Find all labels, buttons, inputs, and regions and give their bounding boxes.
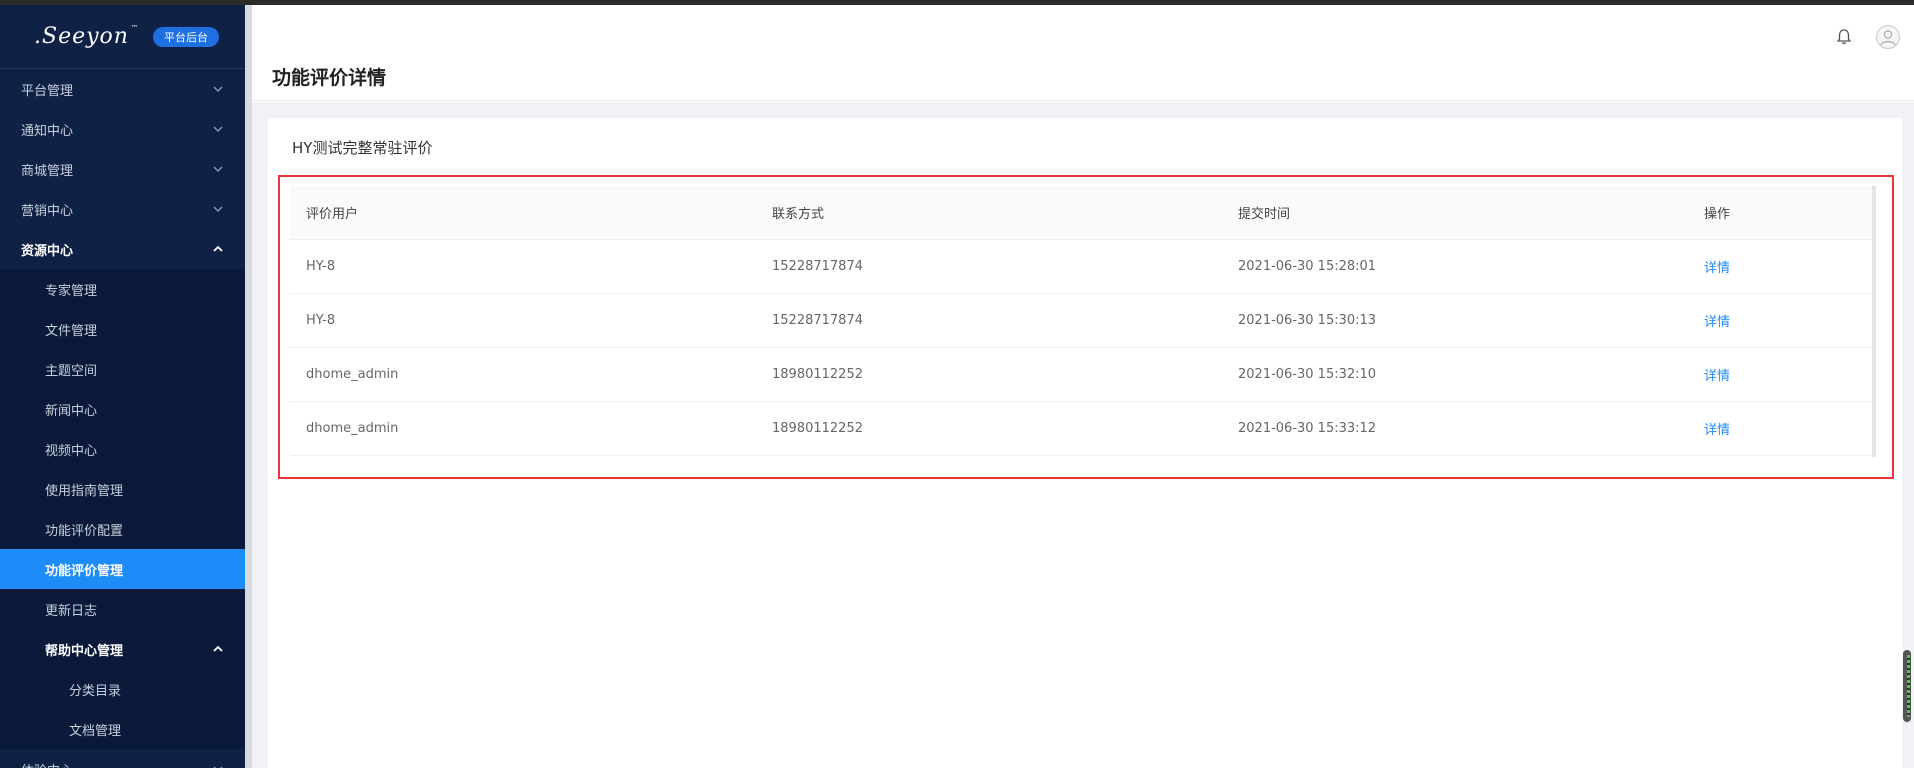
column-header-contact: 联系方式 xyxy=(772,207,825,222)
detail-link[interactable]: 详情 xyxy=(1704,261,1730,276)
sidebar-item-label: 通知中心 xyxy=(21,123,74,139)
table-scrollbar[interactable] xyxy=(1872,186,1876,457)
cell-user: HY-8 xyxy=(306,259,336,274)
sidebar-item-documents[interactable]: 文档管理 xyxy=(0,709,245,749)
chevron-down-icon xyxy=(211,162,225,176)
detail-link[interactable]: 详情 xyxy=(1704,315,1730,330)
sidebar-item-changelog[interactable]: 更新日志 xyxy=(0,589,245,629)
sidebar: .Seeyon ™ 平台后台 平台管理 通知中心 商城管理 营销中心 资源中心 专… xyxy=(0,5,245,768)
sidebar-item-experts[interactable]: 专家管理 xyxy=(0,269,245,309)
sidebar-item-files[interactable]: 文件管理 xyxy=(0,309,245,349)
sidebar-item-label: 功能评价配置 xyxy=(45,523,124,539)
sidebar-item-label: 文档管理 xyxy=(69,723,122,739)
sidebar-item-label: 更新日志 xyxy=(45,603,98,619)
resources-submenu: 专家管理 文件管理 主题空间 新闻中心 视频中心 使用指南管理 功能评价配置 功… xyxy=(0,269,245,749)
sidebar-item-label: 商城管理 xyxy=(21,163,74,179)
sidebar-item-help-center[interactable]: 帮助中心管理 xyxy=(0,629,245,669)
sidebar-item-label: 使用指南管理 xyxy=(45,483,124,499)
sidebar-item-video[interactable]: 视频中心 xyxy=(0,429,245,469)
sidebar-divider xyxy=(245,5,252,768)
sidebar-item-platform[interactable]: 平台管理 xyxy=(0,69,245,109)
platform-badge: 平台后台 xyxy=(152,26,219,47)
sidebar-item-label: 新闻中心 xyxy=(45,403,98,419)
cell-time: 2021-06-30 15:28:01 xyxy=(1238,259,1377,274)
cell-contact: 18980112252 xyxy=(772,367,863,382)
sidebar-item-notification[interactable]: 通知中心 xyxy=(0,109,245,149)
user-avatar-icon[interactable] xyxy=(1876,25,1900,49)
cell-time: 2021-06-30 15:32:10 xyxy=(1238,367,1377,382)
cell-contact: 15228717874 xyxy=(772,259,863,274)
bell-icon[interactable] xyxy=(1832,25,1856,49)
sidebar-item-label: 文件管理 xyxy=(45,323,98,339)
sidebar-item-label: 专家管理 xyxy=(45,283,98,299)
logo-area: .Seeyon ™ 平台后台 xyxy=(0,5,245,69)
sidebar-item-label: 资源中心 xyxy=(21,243,74,259)
chevron-up-icon xyxy=(211,242,225,256)
sidebar-item-label: 主题空间 xyxy=(45,363,98,379)
chevron-down-icon xyxy=(211,202,225,216)
sidebar-item-news[interactable]: 新闻中心 xyxy=(0,389,245,429)
column-header-user: 评价用户 xyxy=(306,207,359,222)
chevron-down-icon xyxy=(211,762,225,768)
page-title: 功能评价详情 xyxy=(272,67,387,89)
cell-contact: 18980112252 xyxy=(772,421,863,436)
sidebar-item-label: 平台管理 xyxy=(21,83,74,99)
sidebar-item-marketing[interactable]: 营销中心 xyxy=(0,189,245,229)
cell-time: 2021-06-30 15:33:12 xyxy=(1238,421,1377,436)
feedback-table: 评价用户 联系方式 提交时间 操作 HY-8 15228717874 2021-… xyxy=(290,186,1876,456)
sidebar-item-feedback-config[interactable]: 功能评价配置 xyxy=(0,509,245,549)
column-header-action: 操作 xyxy=(1704,207,1731,222)
table-row: dhome_admin 18980112252 2021-06-30 15:32… xyxy=(290,348,1876,402)
sidebar-item-label: 分类目录 xyxy=(69,683,122,699)
cell-time: 2021-06-30 15:30:13 xyxy=(1238,313,1377,328)
chevron-down-icon xyxy=(211,122,225,136)
detail-link[interactable]: 详情 xyxy=(1704,369,1730,384)
sidebar-item-label: 功能评价管理 xyxy=(45,563,124,579)
sidebar-item-feedback-manage[interactable]: 功能评价管理 xyxy=(0,549,245,589)
sidebar-item-topic-space[interactable]: 主题空间 xyxy=(0,349,245,389)
cell-user: dhome_admin xyxy=(306,421,399,436)
sidebar-item-label: 帮助中心管理 xyxy=(45,643,124,659)
sidebar-item-mall[interactable]: 商城管理 xyxy=(0,149,245,189)
feedback-card: HY测试完整常驻评价 评价用户 联系方式 提交时间 操作 HY-8 152287… xyxy=(268,118,1902,768)
table-row: HY-8 15228717874 2021-06-30 15:28:01 详情 xyxy=(290,240,1876,294)
sidebar-item-categories[interactable]: 分类目录 xyxy=(0,669,245,709)
sidebar-item-resources[interactable]: 资源中心 xyxy=(0,229,245,269)
column-header-time: 提交时间 xyxy=(1238,207,1291,222)
table-header: 评价用户 联系方式 提交时间 操作 xyxy=(290,186,1876,240)
sidebar-item-label: 体验中心 xyxy=(21,760,73,768)
card-title: HY测试完整常驻评价 xyxy=(292,139,433,157)
detail-link[interactable]: 详情 xyxy=(1704,423,1730,438)
chevron-down-icon xyxy=(211,82,225,96)
scroll-indicator xyxy=(1907,655,1910,717)
cell-user: dhome_admin xyxy=(306,367,399,382)
chevron-up-icon xyxy=(211,642,225,656)
logo: .Seeyon ™ xyxy=(34,24,139,49)
cell-contact: 15228717874 xyxy=(772,313,863,328)
sidebar-item-label: 营销中心 xyxy=(21,203,74,219)
page-header: 功能评价详情 xyxy=(252,5,1914,101)
sidebar-item-experience[interactable]: 体验中心 xyxy=(0,749,245,768)
cell-user: HY-8 xyxy=(306,313,336,328)
sidebar-item-label: 视频中心 xyxy=(45,443,98,459)
table-row: HY-8 15228717874 2021-06-30 15:30:13 详情 xyxy=(290,294,1876,348)
sidebar-item-guide[interactable]: 使用指南管理 xyxy=(0,469,245,509)
table-row: dhome_admin 18980112252 2021-06-30 15:33… xyxy=(290,402,1876,456)
